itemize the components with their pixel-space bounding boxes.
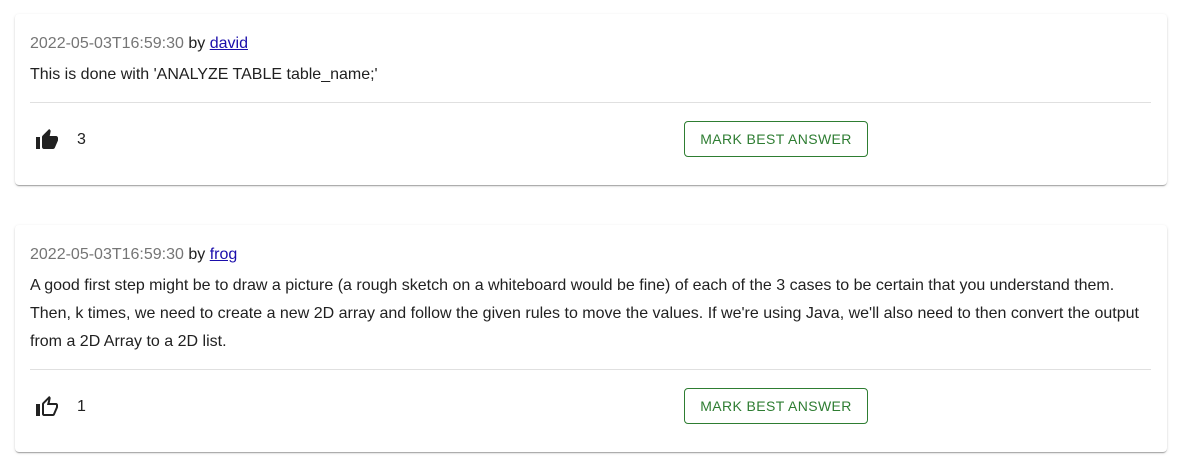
thumb-up-filled-icon[interactable] — [35, 128, 59, 152]
mark-best-answer-button[interactable]: MARK BEST ANSWER — [684, 121, 868, 157]
thumb-up-outline-icon[interactable] — [35, 395, 59, 419]
vote-count: 1 — [77, 398, 86, 415]
answer-meta: 2022-05-03T16:59:30 by david — [30, 34, 248, 54]
vote-count: 3 — [77, 131, 86, 148]
answer-meta: 2022-05-03T16:59:30 by frog — [30, 245, 237, 265]
divider — [30, 102, 1151, 103]
answer-date: 2022-05-03T16:59:30 — [30, 246, 184, 263]
answer-body: A good first step might be to draw a pic… — [30, 277, 1139, 350]
author-link[interactable]: david — [210, 35, 248, 52]
by-label: by — [188, 246, 206, 263]
answer-card: 2022-05-03T16:59:30 by frog A good first… — [15, 225, 1167, 452]
mark-best-answer-button[interactable]: MARK BEST ANSWER — [684, 388, 868, 424]
answer-date: 2022-05-03T16:59:30 — [30, 35, 184, 52]
answer-card: 2022-05-03T16:59:30 by david This is don… — [15, 14, 1167, 185]
divider — [30, 369, 1151, 370]
answer-body: This is done with 'ANALYZE TABLE table_n… — [30, 66, 378, 83]
by-label: by — [188, 35, 206, 52]
author-link[interactable]: frog — [210, 246, 238, 263]
